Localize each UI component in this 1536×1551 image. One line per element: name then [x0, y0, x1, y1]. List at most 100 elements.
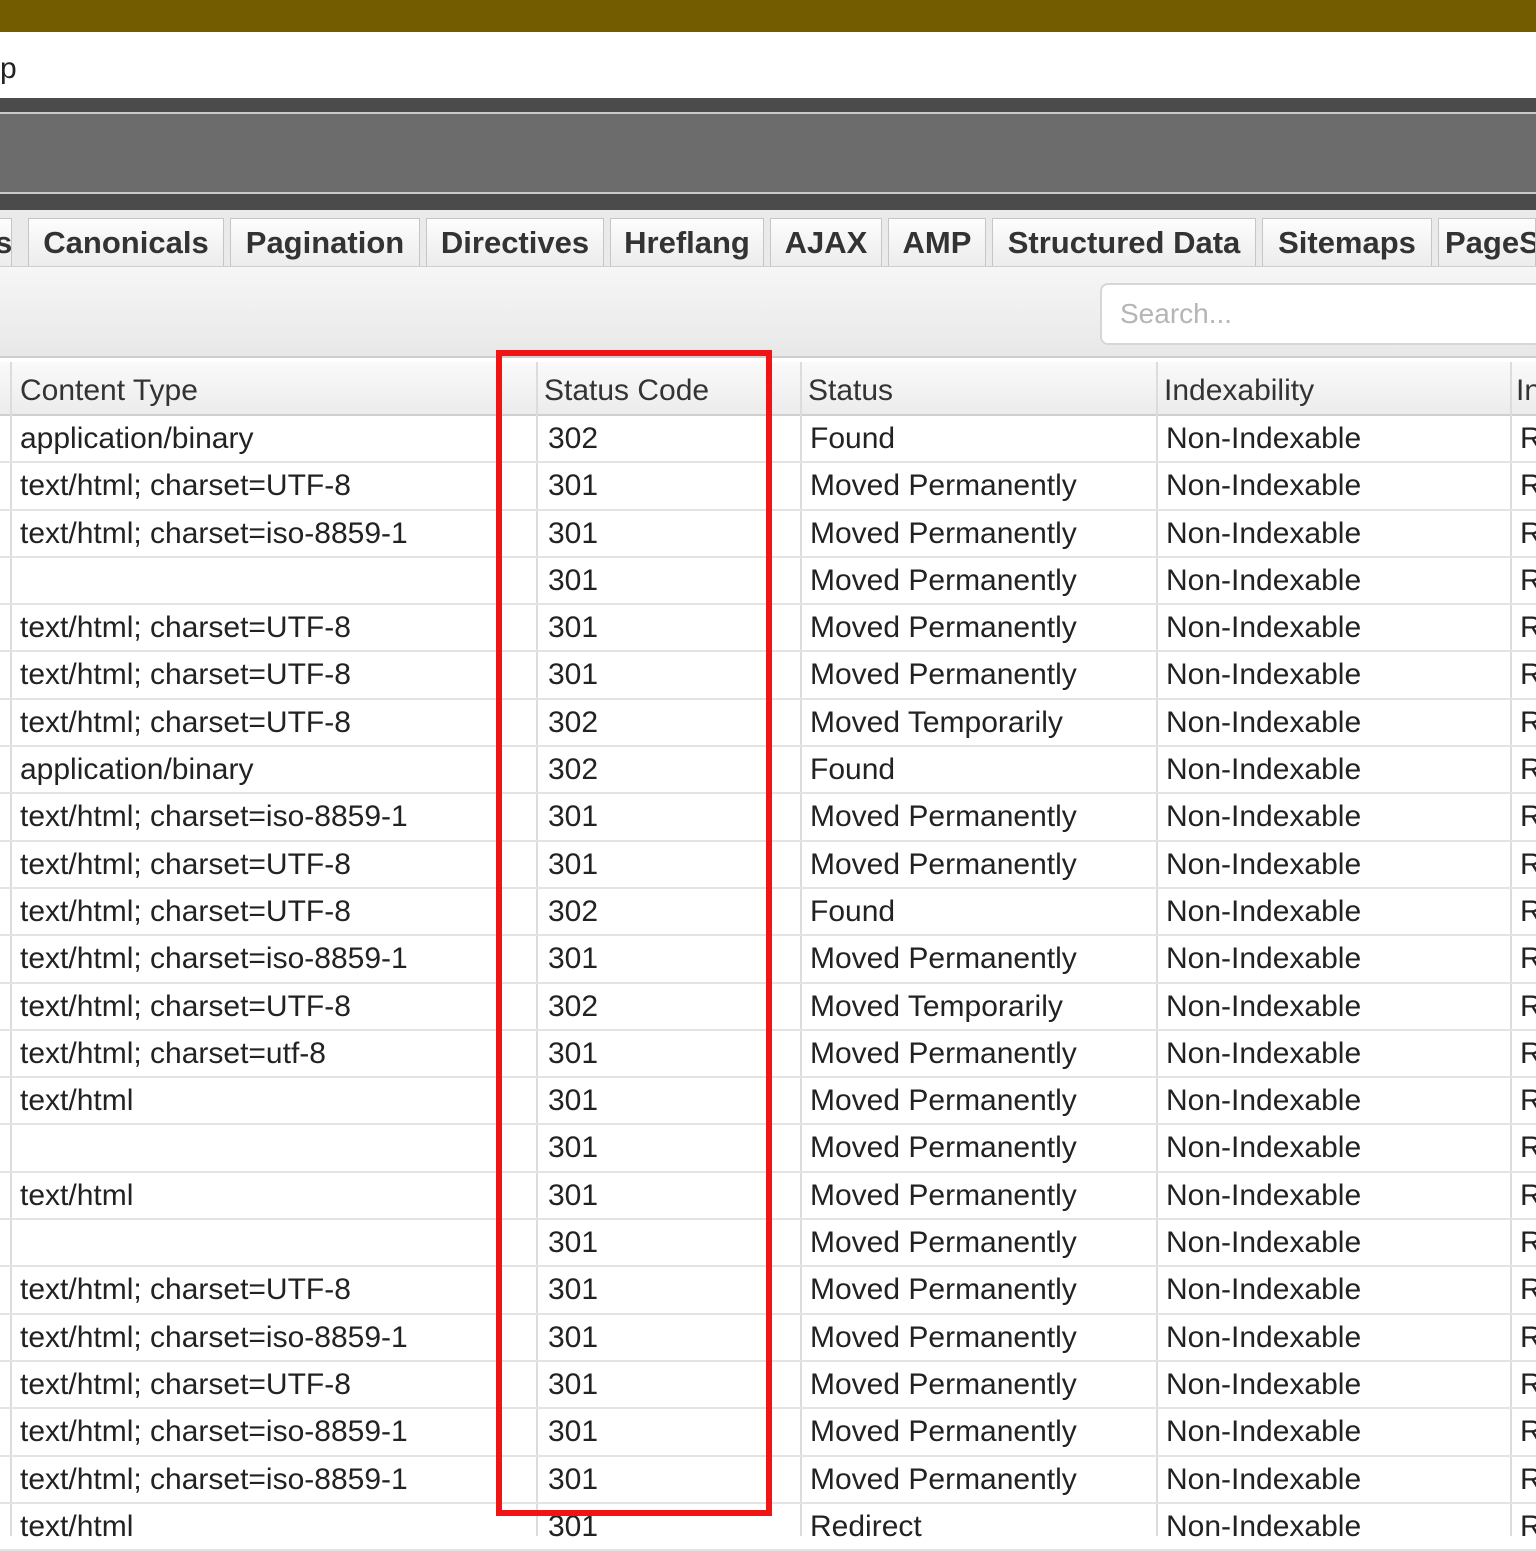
table-row[interactable]: text/html; charset=iso-8859-1 301 Moved Pe… — [0, 1457, 1536, 1504]
cell-content-type: text/html; charset=UTF-8 — [20, 658, 351, 692]
table-row[interactable]: text/html; charset=UTF-8 301 Moved Permane… — [0, 463, 1536, 511]
cell-status: Moved Permanently — [810, 1462, 1077, 1496]
table-row[interactable]: text/html; charset=UTF-8 301 Moved Permane… — [0, 652, 1536, 700]
cell-status-code: 301 — [548, 1320, 599, 1354]
table-row[interactable]: text/html; charset=iso-8859-1 301 Moved Pe… — [0, 936, 1536, 984]
cell-partial: R — [1520, 1131, 1536, 1165]
table-row[interactable]: text/html 301 Moved Permanently Non-Indexab… — [0, 1078, 1536, 1126]
table-row[interactable]: 301 Moved Permanently Non-Indexable R — [0, 1220, 1536, 1268]
table-row[interactable]: application/binary 302 Found Non-Indexable R — [0, 416, 1536, 464]
table-row[interactable]: text/html; charset=UTF-8 301 Moved Permane… — [0, 1362, 1536, 1410]
tab-pagespeed-partial[interactable]: PageS — [1438, 218, 1536, 266]
table-row[interactable]: text/html; charset=UTF-8 302 Moved Tempora… — [0, 984, 1536, 1031]
cell-status-code: 301 — [548, 1084, 599, 1118]
cell-partial: R — [1520, 658, 1536, 692]
cell-indexability: Non-Indexable — [1166, 753, 1362, 787]
cell-indexability: Non-Indexable — [1166, 1320, 1362, 1354]
cell-status: Found — [810, 894, 896, 928]
table-row[interactable]: text/html 301 Moved Permanently Non-Indexab… — [0, 1173, 1536, 1221]
cell-indexability: Non-Indexable — [1166, 1131, 1362, 1165]
cell-partial: R — [1520, 422, 1536, 455]
cell-status: Redirect — [810, 1509, 922, 1543]
cell-partial: R — [1520, 1226, 1536, 1260]
table-row[interactable]: 301 Moved Permanently Non-Indexable R — [0, 1125, 1536, 1173]
cell-content-type: text/html; charset=UTF-8 — [20, 705, 351, 739]
tab-canonicals[interactable]: Canonicals — [28, 218, 224, 266]
column-header-status[interactable]: Status — [800, 362, 1156, 416]
cell-status: Found — [810, 422, 896, 455]
tab-pagination[interactable]: Pagination — [230, 218, 420, 266]
table-row[interactable]: text/html; charset=iso-8859-1 301 Moved Pe… — [0, 1315, 1536, 1362]
cell-status-code: 301 — [548, 1131, 599, 1165]
cell-content-type: text/html; charset=UTF-8 — [20, 989, 351, 1023]
search-input[interactable] — [1100, 283, 1536, 345]
table-row[interactable]: text/html; charset=iso-8859-1 301 Moved Pe… — [0, 1409, 1536, 1457]
table-row[interactable]: application/binary 302 Found Non-Indexable R — [0, 747, 1536, 795]
cell-status-code: 301 — [548, 847, 599, 881]
cell-partial: R — [1520, 1178, 1536, 1212]
table-row[interactable]: text/html; charset=UTF-8 301 Moved Permane… — [0, 842, 1536, 889]
cell-status-code: 301 — [548, 1226, 599, 1260]
cell-status: Moved Permanently — [810, 469, 1077, 503]
table-row[interactable]: text/html; charset=UTF-8 302 Moved Tempora… — [0, 700, 1536, 748]
table-row[interactable]: text/html; charset=UTF-8 302 Found Non-Inde… — [0, 889, 1536, 937]
cell-indexability: Non-Indexable — [1166, 1226, 1362, 1260]
title-bar — [0, 0, 1536, 32]
tab-sitemaps[interactable]: Sitemaps — [1262, 218, 1432, 266]
tab-hreflang[interactable]: Hreflang — [610, 218, 764, 266]
cell-content-type — [20, 1125, 500, 1170]
cell-status: Moved Temporarily — [810, 989, 1063, 1023]
cell-partial: R — [1520, 1415, 1536, 1449]
cell-content-type: text/html; charset=UTF-8 — [20, 1273, 351, 1307]
tab-amp[interactable]: AMP — [888, 218, 986, 266]
cell-partial: R — [1520, 611, 1536, 645]
table-row[interactable]: text/html; charset=iso-8859-1 301 Moved Pe… — [0, 511, 1536, 558]
cell-content-type: text/html; charset=UTF-8 — [20, 1367, 351, 1401]
cell-indexability: Non-Indexable — [1166, 1036, 1362, 1070]
cell-status: Moved Permanently — [810, 1084, 1077, 1118]
cell-status: Moved Permanently — [810, 1131, 1077, 1165]
cell-content-type: text/html; charset=iso-8859-1 — [20, 1320, 408, 1354]
cell-status: Moved Permanently — [810, 1226, 1077, 1260]
cell-status: Moved Permanently — [810, 658, 1077, 692]
column-header-partial[interactable]: In — [1510, 362, 1536, 416]
column-header-status-code[interactable]: Status Code — [536, 362, 800, 416]
cell-content-type — [20, 1220, 500, 1265]
cell-indexability: Non-Indexable — [1166, 847, 1362, 881]
table-row[interactable]: 301 Moved Permanently Non-Indexable R — [0, 558, 1536, 606]
cell-partial: R — [1520, 989, 1536, 1023]
cell-status: Moved Permanently — [810, 1178, 1077, 1212]
cell-status: Moved Permanently — [810, 847, 1077, 881]
cell-status-code: 302 — [548, 753, 599, 787]
table-row[interactable]: text/html; charset=UTF-8 301 Moved Permane… — [0, 605, 1536, 653]
column-header-indexability[interactable]: Indexability — [1156, 362, 1510, 416]
cell-indexability: Non-Indexable — [1166, 1178, 1362, 1212]
tab-ajax[interactable]: AJAX — [770, 218, 882, 266]
cell-content-type: text/html; charset=iso-8859-1 — [20, 942, 408, 976]
cell-status: Moved Permanently — [810, 1367, 1077, 1401]
table-row[interactable]: text/html 301 Redirect Non-Indexable R — [0, 1504, 1536, 1551]
cell-indexability: Non-Indexable — [1166, 1367, 1362, 1401]
cell-status-code: 301 — [548, 611, 599, 645]
cell-partial: R — [1520, 516, 1536, 550]
cell-status-code: 301 — [548, 1415, 599, 1449]
cell-status-code: 301 — [548, 1178, 599, 1212]
cell-status-code: 301 — [548, 800, 599, 834]
menu-item-partial[interactable]: p — [0, 50, 17, 88]
cell-content-type: text/html; charset=UTF-8 — [20, 469, 351, 503]
table-row[interactable]: text/html; charset=utf-8 301 Moved Permane… — [0, 1031, 1536, 1079]
cell-content-type: text/html; charset=iso-8859-1 — [20, 800, 408, 834]
cell-content-type: text/html; charset=UTF-8 — [20, 611, 351, 645]
table-row[interactable]: text/html; charset=iso-8859-1 301 Moved Pe… — [0, 794, 1536, 842]
tab-structured-data[interactable]: Structured Data — [992, 218, 1256, 266]
tab-directives[interactable]: Directives — [426, 218, 604, 266]
cell-content-type: text/html; charset=UTF-8 — [20, 894, 351, 928]
cell-status-code: 302 — [548, 422, 599, 455]
tab-partial-left[interactable]: s — [0, 218, 12, 266]
cell-content-type: text/html — [20, 1509, 134, 1543]
table-row[interactable]: text/html; charset=UTF-8 301 Moved Permane… — [0, 1267, 1536, 1315]
cell-status: Moved Permanently — [810, 516, 1077, 550]
column-header-content-type[interactable]: Content Type — [10, 362, 498, 416]
cell-partial: R — [1520, 1462, 1536, 1496]
cell-status-code: 302 — [548, 989, 599, 1023]
